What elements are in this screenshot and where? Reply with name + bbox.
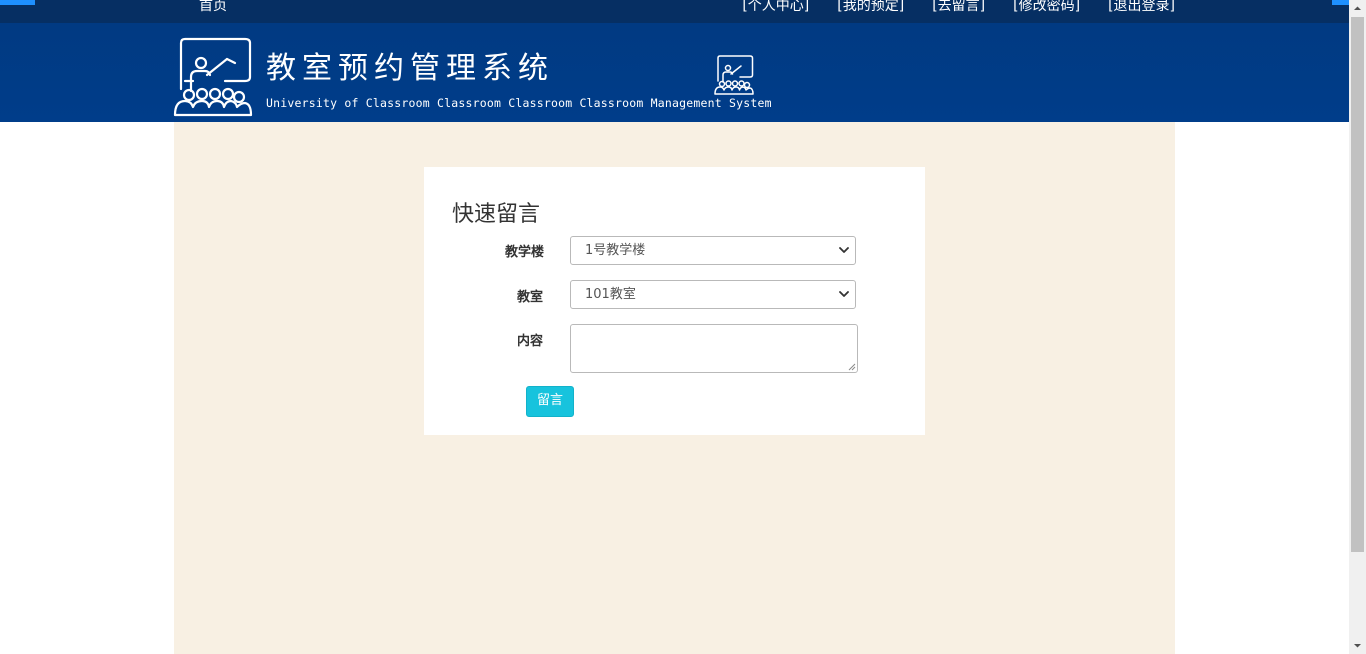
building-select[interactable]: 1号教学楼 xyxy=(570,236,856,265)
resize-grip-icon[interactable] xyxy=(847,362,856,371)
vertical-scrollbar[interactable] xyxy=(1349,0,1366,654)
site-title: 教室预约管理系统 xyxy=(266,51,554,86)
room-select[interactable]: 101教室 xyxy=(570,280,856,309)
content-label: 内容 xyxy=(517,334,544,349)
quick-message-card: 快速留言 教学楼 1号教学楼 教室 101教室 内容 留言 xyxy=(424,167,925,435)
accent-strip-left xyxy=(0,0,35,5)
nav-profile-link[interactable]: [个人中心] xyxy=(742,0,809,15)
scrollbar-thumb[interactable] xyxy=(1351,17,1364,552)
content-textarea[interactable] xyxy=(570,324,858,373)
chevron-down-icon xyxy=(839,291,849,297)
site-subtitle: University of Classroom Classroom Classr… xyxy=(266,96,772,110)
nav-home-link[interactable]: 首页 xyxy=(199,0,227,15)
building-label: 教学楼 xyxy=(505,245,545,260)
nav-my-bookings-link[interactable]: [我的预定] xyxy=(837,0,904,15)
nav-leave-message-link[interactable]: [去留言] xyxy=(932,0,985,15)
accent-strip-right xyxy=(1332,0,1349,5)
room-select-value: 101教室 xyxy=(585,287,636,302)
scroll-up-arrow-icon[interactable] xyxy=(1349,0,1366,17)
chevron-down-icon xyxy=(839,247,849,253)
card-title: 快速留言 xyxy=(452,202,541,227)
classroom-small-icon xyxy=(714,55,754,95)
building-select-value: 1号教学楼 xyxy=(585,243,646,258)
nav-logout-link[interactable]: [退出登录] xyxy=(1108,0,1175,15)
user-nav-links: [个人中心] [我的预定] [去留言] [修改密码] [退出登录] xyxy=(742,0,1175,15)
scroll-down-arrow-icon[interactable] xyxy=(1349,637,1366,654)
submit-message-button[interactable]: 留言 xyxy=(526,386,574,417)
top-nav-bar: 首页 [个人中心] [我的预定] [去留言] [修改密码] [退出登录] xyxy=(0,0,1349,23)
nav-change-password-link[interactable]: [修改密码] xyxy=(1013,0,1080,15)
classroom-logo-icon xyxy=(173,37,253,117)
room-label: 教室 xyxy=(517,290,544,305)
page: 首页 [个人中心] [我的预定] [去留言] [修改密码] [退出登录] 教室预… xyxy=(0,0,1366,654)
header-banner: 教室预约管理系统 University of Classroom Classro… xyxy=(0,23,1349,122)
